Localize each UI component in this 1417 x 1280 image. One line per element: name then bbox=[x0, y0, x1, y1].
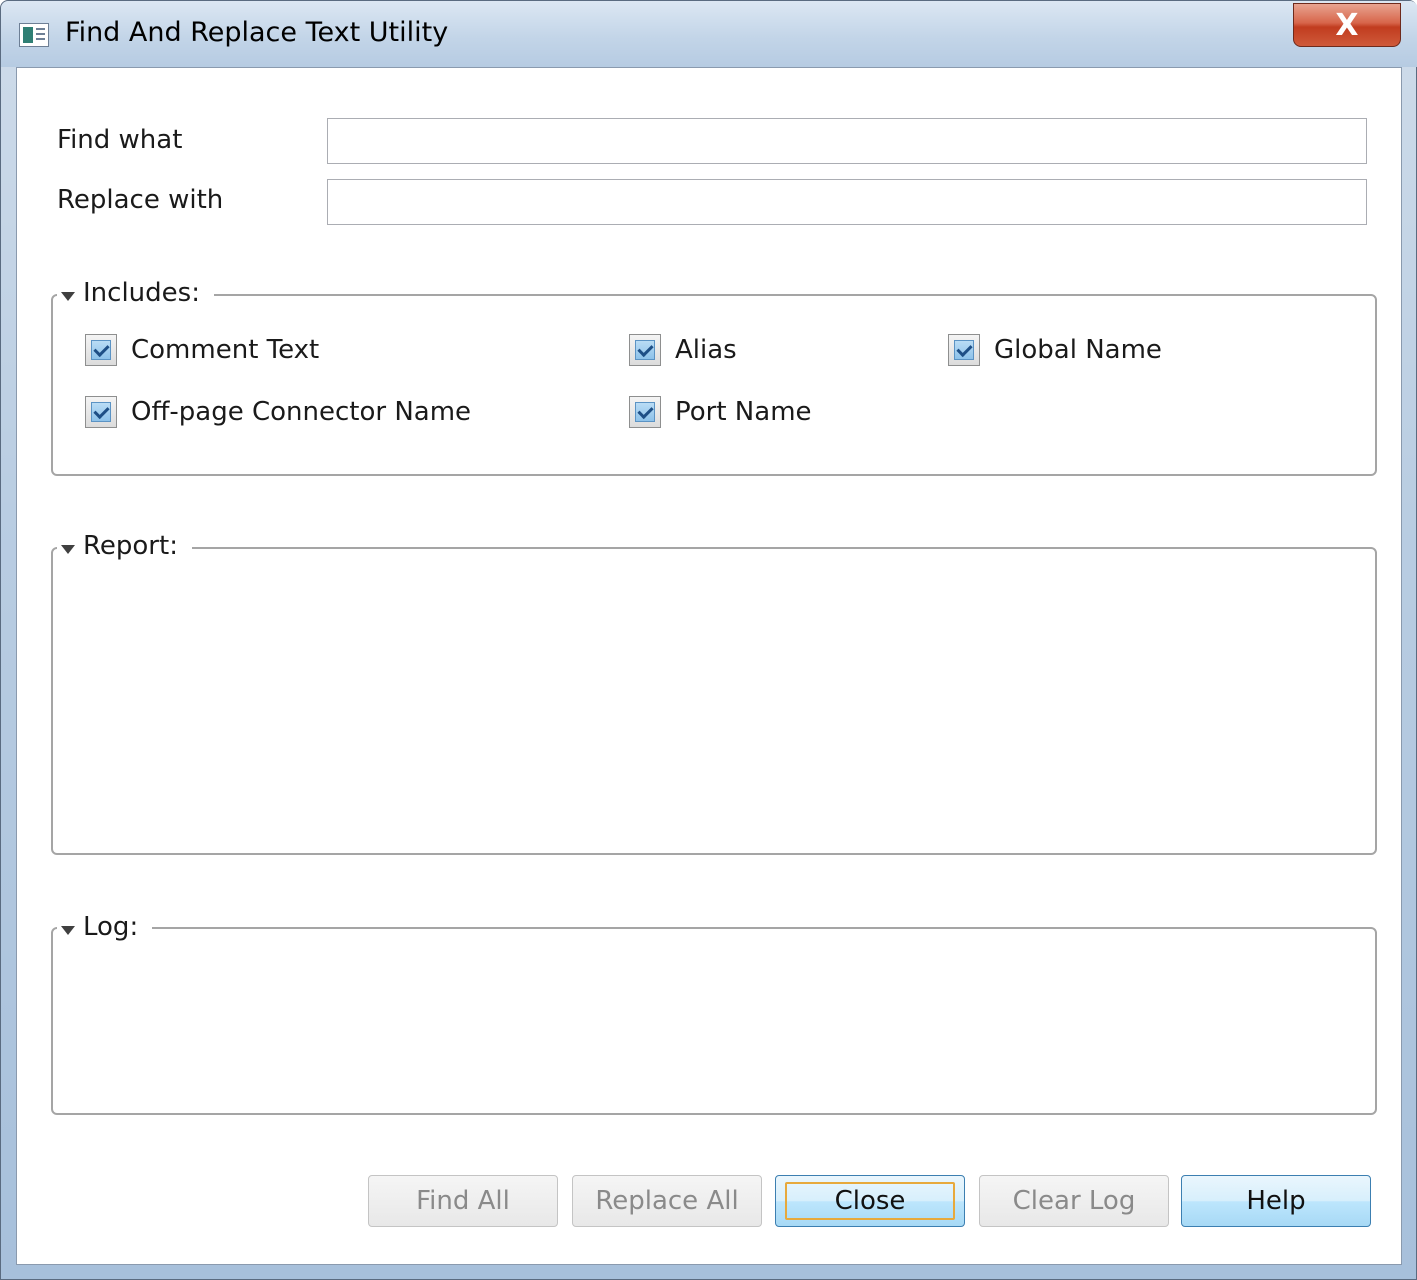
replace-all-button[interactable]: Replace All bbox=[572, 1175, 762, 1227]
find-what-input[interactable] bbox=[327, 118, 1367, 164]
includes-header[interactable]: Includes: bbox=[57, 276, 214, 310]
check-icon bbox=[635, 402, 655, 422]
checkbox-port-name[interactable]: Port Name bbox=[629, 396, 812, 428]
checkbox-label: Comment Text bbox=[131, 335, 320, 365]
find-what-label: Find what bbox=[57, 125, 183, 155]
checkbox-label: Alias bbox=[675, 335, 737, 365]
checkbox-global-name[interactable]: Global Name bbox=[948, 334, 1162, 366]
window-title: Find And Replace Text Utility bbox=[65, 17, 449, 48]
checkbox[interactable] bbox=[948, 334, 980, 366]
title-bar[interactable]: Find And Replace Text Utility X bbox=[1, 1, 1417, 67]
report-group[interactable] bbox=[51, 547, 1377, 855]
checkbox-off-page-connector-name[interactable]: Off-page Connector Name bbox=[85, 396, 471, 428]
check-icon bbox=[954, 340, 974, 360]
checkbox[interactable] bbox=[85, 396, 117, 428]
checkbox-label: Port Name bbox=[675, 397, 812, 427]
includes-title: Includes: bbox=[83, 278, 200, 308]
replace-with-label: Replace with bbox=[57, 185, 224, 215]
collapse-triangle-icon[interactable] bbox=[61, 291, 75, 301]
check-icon bbox=[91, 340, 111, 360]
close-button-label: Close bbox=[834, 1186, 906, 1216]
help-button[interactable]: Help bbox=[1181, 1175, 1371, 1227]
report-title: Report: bbox=[83, 531, 178, 561]
close-icon: X bbox=[1335, 7, 1359, 43]
report-header[interactable]: Report: bbox=[57, 529, 192, 563]
checkbox[interactable] bbox=[629, 334, 661, 366]
log-group[interactable] bbox=[51, 927, 1377, 1115]
includes-group bbox=[51, 294, 1377, 476]
check-icon bbox=[91, 402, 111, 422]
log-title: Log: bbox=[83, 912, 139, 942]
log-header[interactable]: Log: bbox=[57, 910, 153, 944]
checkbox[interactable] bbox=[629, 396, 661, 428]
collapse-triangle-icon[interactable] bbox=[61, 925, 75, 935]
app-icon bbox=[19, 23, 49, 47]
collapse-triangle-icon[interactable] bbox=[61, 544, 75, 554]
clear-log-button[interactable]: Clear Log bbox=[979, 1175, 1169, 1227]
check-icon bbox=[635, 340, 655, 360]
checkbox-alias[interactable]: Alias bbox=[629, 334, 737, 366]
checkbox-label: Off-page Connector Name bbox=[131, 397, 472, 427]
replace-with-input[interactable] bbox=[327, 179, 1367, 225]
checkbox-comment-text[interactable]: Comment Text bbox=[85, 334, 319, 366]
window-frame: Find And Replace Text Utility X Find wha… bbox=[0, 0, 1417, 1280]
find-all-button[interactable]: Find All bbox=[368, 1175, 558, 1227]
close-button[interactable]: Close bbox=[775, 1175, 965, 1227]
checkbox[interactable] bbox=[85, 334, 117, 366]
checkbox-label: Global Name bbox=[994, 335, 1162, 365]
window-close-button[interactable]: X bbox=[1293, 3, 1401, 47]
